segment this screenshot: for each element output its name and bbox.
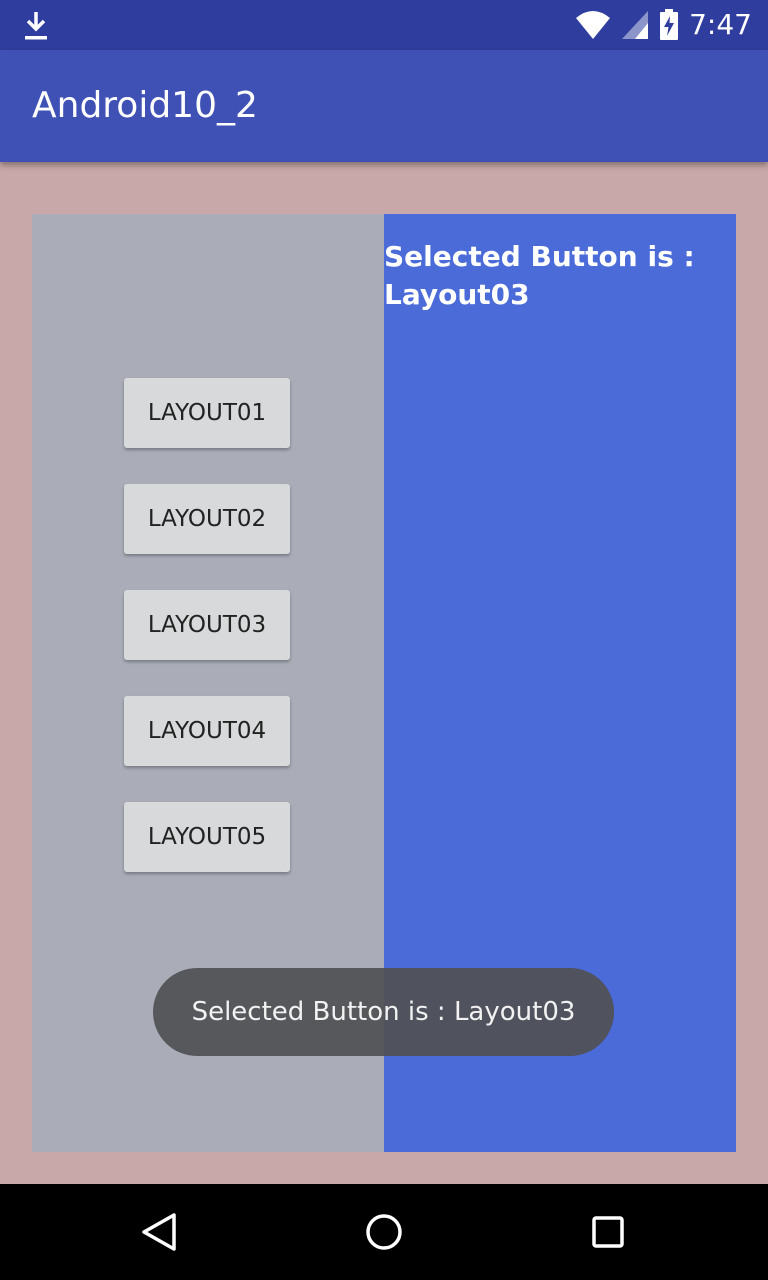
screen: 7:47 Android10_2 LAYOUT01 LAYOUT02 LAYOU… [0,0,768,1280]
layout05-button[interactable]: LAYOUT05 [124,802,290,872]
status-time: 7:47 [689,8,752,41]
signal-icon [622,11,649,39]
download-icon [25,12,47,40]
content-area: LAYOUT01 LAYOUT02 LAYOUT03 LAYOUT04 LAYO… [0,162,768,1184]
recents-icon[interactable] [584,1208,632,1256]
layout01-button[interactable]: LAYOUT01 [124,378,290,448]
selected-label: Selected Button is : [384,240,695,273]
layout02-button[interactable]: LAYOUT02 [124,484,290,554]
toast-message: Selected Button is : Layout03 [153,968,614,1056]
layout04-button[interactable]: LAYOUT04 [124,696,290,766]
home-icon[interactable] [360,1208,408,1256]
app-bar: Android10_2 [0,50,768,162]
wifi-icon [576,11,611,39]
selected-value: Layout03 [384,278,530,311]
status-bar: 7:47 [0,0,768,50]
layout03-button[interactable]: LAYOUT03 [124,590,290,660]
status-icons: 7:47 [575,8,752,42]
back-icon[interactable] [136,1208,184,1256]
navigation-bar [0,1184,768,1280]
app-title: Android10_2 [32,85,258,126]
battery-charging-icon [660,9,679,40]
selected-button-text: Selected Button is : Layout03 [384,238,724,314]
